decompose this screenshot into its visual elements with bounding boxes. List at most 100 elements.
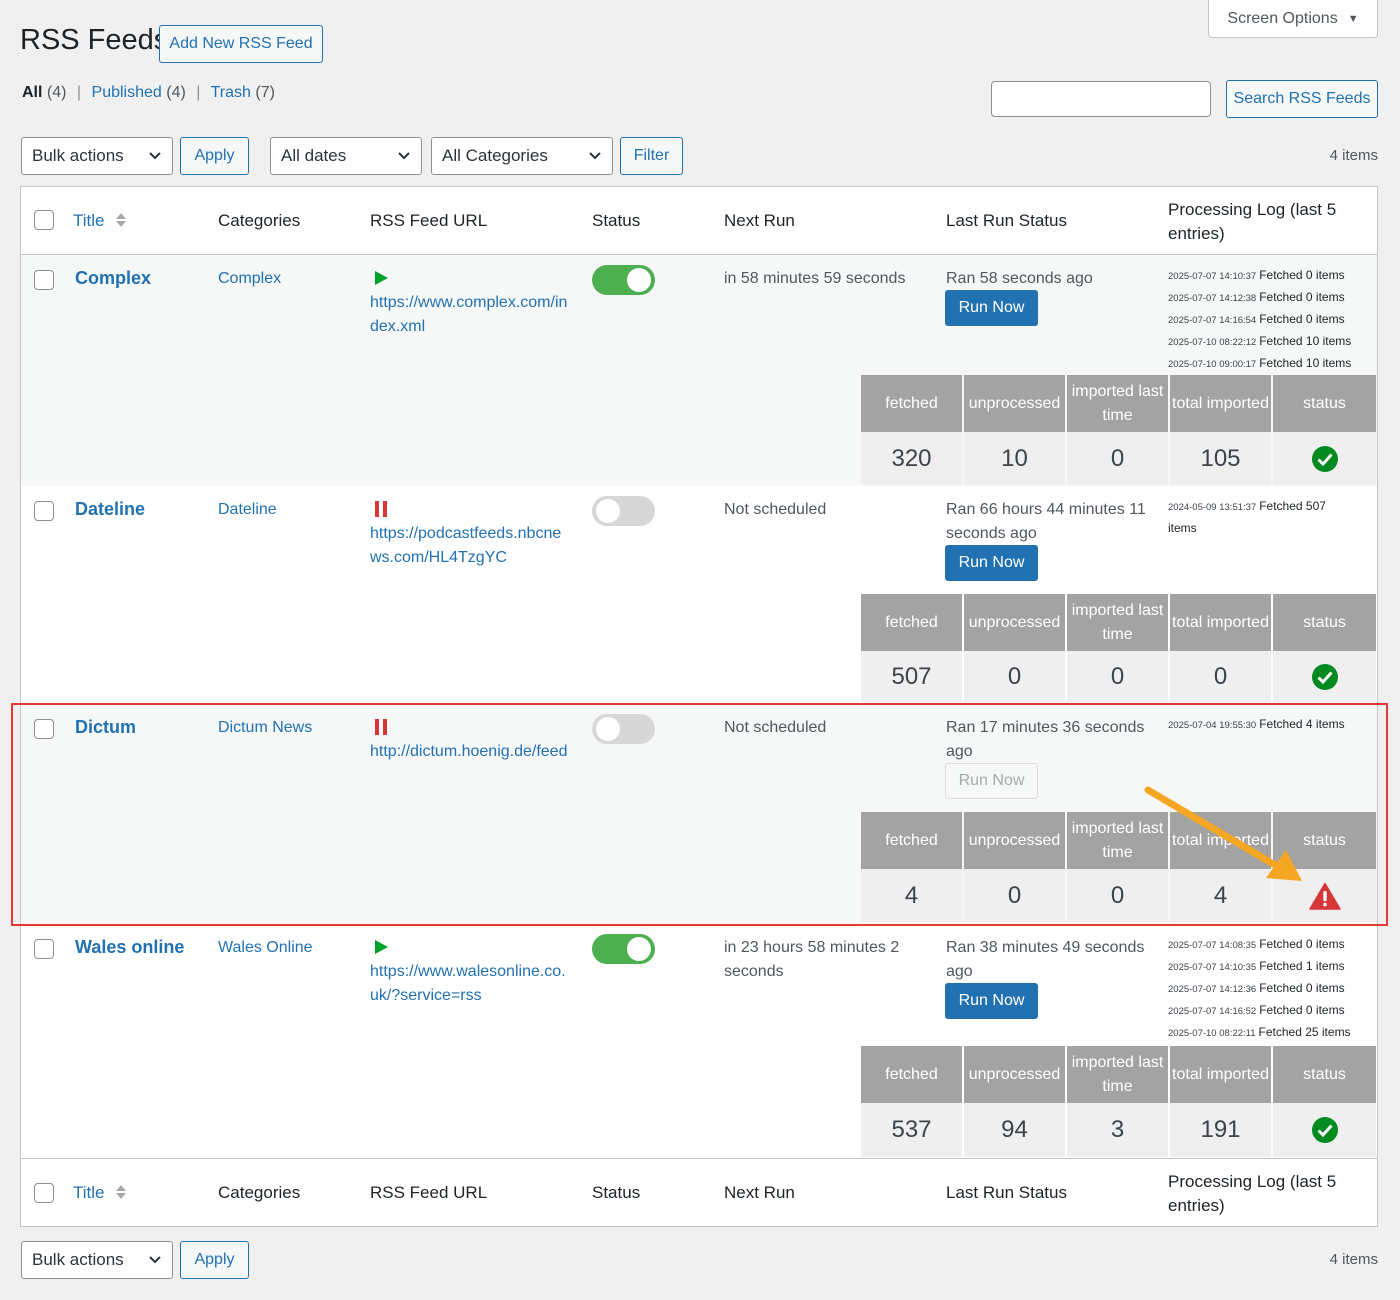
column-log: Processing Log (last 5 entries)	[1168, 1172, 1337, 1215]
stat-header-unprocessed: unprocessed	[964, 594, 1065, 651]
dates-value: All dates	[281, 146, 347, 165]
view-separator: |	[76, 84, 82, 101]
dates-select[interactable]: All dates	[270, 137, 422, 175]
stat-unprocessed: 0	[964, 869, 1065, 922]
row-checkbox[interactable]	[34, 939, 54, 959]
stat-status	[1273, 869, 1376, 922]
apply-button[interactable]: Apply	[180, 137, 249, 175]
feed-status-toggle[interactable]	[592, 934, 655, 964]
view-published[interactable]: Published	[92, 84, 162, 101]
sort-icon	[116, 1185, 127, 1199]
filter-button[interactable]: Filter	[620, 137, 683, 175]
check-circle-icon	[1311, 663, 1338, 690]
run-now-button[interactable]: Run Now	[945, 763, 1038, 799]
stat-header-status: status	[1273, 812, 1376, 869]
column-status: Status	[592, 211, 641, 230]
stat-status	[1273, 651, 1376, 702]
feed-url-link[interactable]: https://www.walesonline.co.uk/?service=r…	[370, 960, 570, 1008]
bulk-actions-value: Bulk actions	[32, 146, 124, 165]
page-title: RSS Feeds	[20, 24, 169, 56]
column-url: RSS Feed URL	[370, 1183, 488, 1202]
stat-header-total-imported: total imported	[1170, 375, 1271, 432]
log-entry: 2025-07-07 14:16:52 Fetched 0 items	[1168, 1003, 1345, 1017]
stat-header-unprocessed: unprocessed	[964, 812, 1065, 869]
feed-url-link[interactable]: http://dictum.hoenig.de/feed	[370, 740, 570, 764]
last-run-text: Ran 58 seconds ago	[946, 270, 1093, 287]
stat-header-fetched: fetched	[861, 812, 962, 869]
column-last-run: Last Run Status	[946, 1183, 1067, 1202]
view-published-count: (4)	[166, 84, 186, 101]
column-categories: Categories	[218, 1183, 301, 1202]
view-all[interactable]: All	[22, 84, 42, 101]
log-entry: 2025-07-07 14:08:35 Fetched 0 items	[1168, 937, 1345, 951]
log-entry: 2025-07-07 14:12:36 Fetched 0 items	[1168, 981, 1345, 995]
caret-down-icon: ▼	[1347, 12, 1359, 25]
feed-url-link[interactable]: https://www.complex.com/index.xml	[370, 291, 570, 339]
next-run-text: Not scheduled	[724, 501, 827, 518]
feed-title-link[interactable]: Dateline	[75, 499, 145, 520]
stat-header-total-imported: total imported	[1170, 594, 1271, 651]
screen-options-button[interactable]: Screen Options ▼	[1208, 0, 1378, 38]
processing-log: 2025-07-04 19:55:30 Fetched 4 items	[1168, 714, 1368, 736]
check-circle-icon	[1311, 1117, 1338, 1143]
column-last-run: Last Run Status	[946, 211, 1067, 230]
feeds-table: Title Categories RSS Feed URL Status Nex…	[20, 186, 1378, 1227]
feed-status-toggle[interactable]	[592, 265, 655, 295]
log-entry: 2025-07-07 14:10:37 Fetched 0 items	[1168, 268, 1345, 282]
add-new-feed-button[interactable]: Add New RSS Feed	[159, 25, 323, 63]
feed-url-link[interactable]: https://podcastfeeds.nbcnews.com/HL4TzgY…	[370, 522, 570, 570]
run-now-button[interactable]: Run Now	[945, 290, 1038, 326]
column-title[interactable]: Title	[73, 211, 127, 231]
stat-status	[1273, 432, 1376, 485]
screen-options-label: Screen Options	[1227, 9, 1338, 27]
chevron-down-icon	[149, 152, 161, 160]
row-checkbox[interactable]	[34, 501, 54, 521]
row-checkbox[interactable]	[34, 719, 54, 739]
stat-unprocessed: 94	[964, 1103, 1065, 1157]
feed-stats: fetched unprocessed imported last time t…	[861, 375, 1377, 485]
log-entry: 2025-07-07 14:10:35 Fetched 1 items	[1168, 959, 1345, 973]
categories-select[interactable]: All Categories	[431, 137, 613, 175]
table-footer: Title Categories RSS Feed URL Status Nex…	[21, 1158, 1377, 1226]
run-now-button[interactable]: Run Now	[945, 983, 1038, 1019]
feed-category-link[interactable]: Dictum News	[218, 719, 312, 737]
items-count-top: 4 items	[1329, 147, 1378, 164]
view-separator: |	[196, 84, 201, 101]
run-now-button[interactable]: Run Now	[945, 545, 1038, 581]
select-all-checkbox[interactable]	[34, 210, 54, 230]
row-checkbox[interactable]	[34, 270, 54, 290]
toggle-knob	[596, 717, 620, 741]
stat-header-imported-last: imported last time	[1067, 812, 1168, 869]
log-entry: 2025-07-10 08:22:12 Fetched 10 items	[1168, 334, 1352, 348]
feed-status-toggle[interactable]	[592, 496, 655, 526]
column-title[interactable]: Title	[73, 1183, 127, 1203]
apply-button-bottom[interactable]: Apply	[180, 1241, 249, 1279]
pause-icon	[374, 501, 388, 517]
feed-stats: fetched unprocessed imported last time t…	[861, 1046, 1377, 1158]
stat-fetched: 537	[861, 1103, 962, 1157]
feed-stats: fetched unprocessed imported last time t…	[861, 812, 1377, 922]
column-categories: Categories	[218, 211, 301, 230]
stat-header-fetched: fetched	[861, 594, 962, 651]
stat-header-imported-last: imported last time	[1067, 375, 1168, 432]
feed-title-link[interactable]: Wales online	[75, 937, 184, 958]
search-feeds-button[interactable]: Search RSS Feeds	[1226, 80, 1378, 118]
stat-header-status: status	[1273, 1046, 1376, 1103]
view-trash[interactable]: Trash	[211, 84, 251, 101]
search-input[interactable]	[991, 81, 1211, 117]
feed-status-toggle[interactable]	[592, 714, 655, 744]
select-all-checkbox[interactable]	[34, 1183, 54, 1203]
bulk-actions-select[interactable]: Bulk actions	[21, 137, 173, 175]
feed-category-link[interactable]: Wales Online	[218, 939, 313, 957]
next-run-text: in 23 hours 58 minutes 2 seconds	[724, 939, 900, 980]
feed-category-link[interactable]: Dateline	[218, 501, 277, 519]
bulk-actions-select-bottom[interactable]: Bulk actions	[21, 1241, 173, 1279]
feed-title-link[interactable]: Complex	[75, 268, 151, 289]
stat-header-imported-last: imported last time	[1067, 1046, 1168, 1103]
stat-unprocessed: 10	[964, 432, 1065, 485]
feed-category-link[interactable]: Complex	[218, 270, 281, 288]
stat-header-fetched: fetched	[861, 1046, 962, 1103]
feed-title-link[interactable]: Dictum	[75, 717, 136, 738]
view-filters: All (4) | Published (4) | Trash (7)	[22, 84, 275, 102]
next-run-text: in 58 minutes 59 seconds	[724, 270, 906, 287]
